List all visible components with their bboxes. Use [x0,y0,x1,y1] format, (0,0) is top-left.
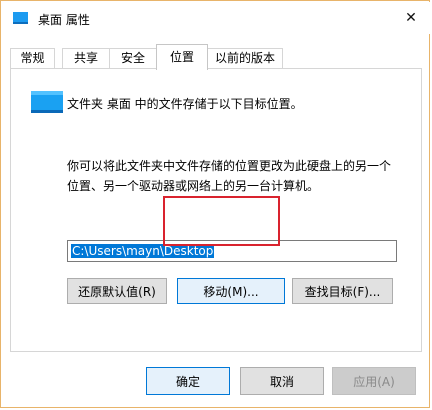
tab-security[interactable]: 安全 [109,48,157,68]
description-line-2: 位置、另一个驱动器或网络上的另一台计算机。 [67,179,320,193]
ok-button[interactable]: 确定 [146,367,230,395]
description-line-1: 你可以将此文件夹中文件存储的位置更改为此硬盘上的另一个 [67,159,392,173]
title-bar: 桌面 属性 ✕ [2,2,430,34]
current-location-text: 文件夹 桌面 中的文件存储于以下目标位置。 [67,97,303,111]
cancel-button[interactable]: 取消 [240,367,324,395]
location-description: 你可以将此文件夹中文件存储的位置更改为此硬盘上的另一个 位置、另一个驱动器或网络… [67,156,417,196]
path-value: C:\Users\mayn\Desktop [71,244,215,258]
tab-previous-versions[interactable]: 以前的版本 [207,48,283,68]
close-button[interactable]: ✕ [398,5,424,31]
tab-general[interactable]: 常规 [10,48,55,68]
window-title: 桌面 属性 [38,13,90,27]
move-button-highlight [163,196,280,246]
tab-location[interactable]: 位置 [156,44,208,70]
move-button[interactable]: 移动(M)... [177,278,285,304]
desktop-folder-icon [13,12,28,24]
find-target-button[interactable]: 查找目标(F)... [292,278,393,304]
properties-dialog: 桌面 属性 ✕ 常规 共享 安全 位置 以前的版本 文件夹 桌面 中的文件存储于… [0,0,430,408]
restore-default-button[interactable]: 还原默认值(R) [67,278,167,304]
tab-sharing[interactable]: 共享 [62,48,110,68]
apply-button[interactable]: 应用(A) [332,367,416,395]
desktop-icon [31,91,63,113]
close-icon: ✕ [405,10,417,26]
